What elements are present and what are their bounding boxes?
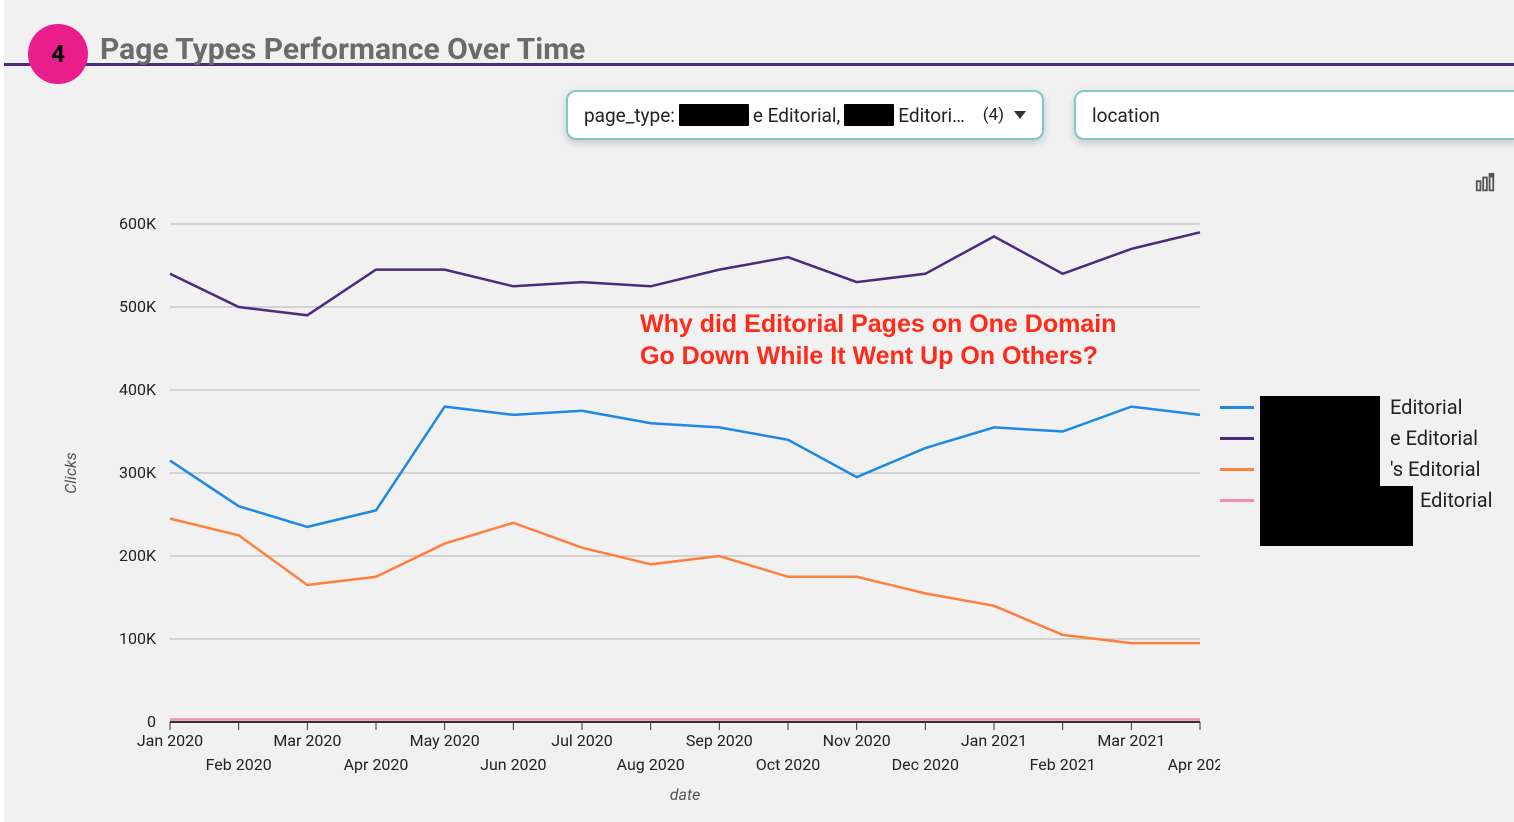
page-root: 4 Page Types Performance Over Time page_…: [0, 0, 1514, 822]
line-chart: 0100K200K300K400K500K600KJan 2020Feb 202…: [40, 206, 1220, 802]
filter-page-type-label: page_type:: [584, 104, 675, 127]
svg-text:Dec 2020: Dec 2020: [892, 755, 959, 774]
svg-text:Jan 2020: Jan 2020: [137, 731, 203, 750]
svg-text:Jul 2020: Jul 2020: [551, 731, 612, 750]
section-header: 4 Page Types Performance Over Time: [4, 14, 1514, 66]
legend-label: Editorial: [1390, 395, 1462, 419]
page-title: Page Types Performance Over Time: [100, 32, 585, 67]
legend-swatch: [1220, 468, 1254, 471]
svg-text:Jun 2020: Jun 2020: [480, 755, 546, 774]
legend-label: e Editorial: [1390, 426, 1478, 450]
svg-text:Aug 2020: Aug 2020: [617, 755, 685, 774]
legend-swatch: [1220, 499, 1254, 502]
legend-swatch: [1220, 406, 1254, 409]
svg-text:Feb 2021: Feb 2021: [1030, 755, 1096, 774]
chart-legend: Editorial e Editorial 's Editorial Editoria…: [1220, 392, 1514, 516]
chart-svg: 0100K200K300K400K500K600KJan 2020Feb 202…: [40, 206, 1220, 802]
svg-text:Oct 2020: Oct 2020: [756, 755, 821, 774]
legend-label: Editorial: [1420, 488, 1492, 512]
chart-settings-icon[interactable]: [1474, 172, 1496, 194]
svg-text:Feb 2020: Feb 2020: [206, 755, 272, 774]
filter-page-type[interactable]: page_type: e Editorial, Editori… (4): [566, 90, 1044, 140]
svg-text:Sep 2020: Sep 2020: [686, 731, 753, 750]
section-number-badge: 4: [28, 24, 88, 84]
filter-location-label: location: [1092, 104, 1160, 127]
filter-page-type-value: e Editorial, Editori…: [679, 104, 965, 127]
svg-text:400K: 400K: [119, 380, 157, 399]
svg-text:100K: 100K: [119, 629, 157, 648]
svg-text:Mar 2021: Mar 2021: [1097, 731, 1165, 750]
svg-text:200K: 200K: [119, 546, 157, 565]
filter-bar: page_type: e Editorial, Editori… (4) loc…: [4, 90, 1514, 150]
svg-text:Nov 2020: Nov 2020: [823, 731, 891, 750]
legend-label: 's Editorial: [1390, 457, 1480, 481]
redacted-legend-block: [1260, 486, 1413, 546]
svg-text:Apr 2021: Apr 2021: [1168, 755, 1220, 774]
legend-swatch: [1220, 437, 1254, 440]
svg-text:Clicks: Clicks: [61, 452, 80, 494]
svg-text:date: date: [670, 785, 701, 802]
redacted-text: [679, 104, 749, 126]
redacted-text: [844, 104, 894, 126]
svg-text:Mar 2020: Mar 2020: [273, 731, 341, 750]
chevron-down-icon: [1014, 111, 1026, 119]
svg-text:May 2020: May 2020: [410, 731, 480, 750]
filter-page-type-count: (4): [983, 105, 1004, 125]
svg-text:Jan 2021: Jan 2021: [961, 731, 1027, 750]
svg-text:500K: 500K: [119, 297, 157, 316]
chart-annotation: Why did Editorial Pages on One Domain Go…: [640, 308, 1120, 372]
svg-text:Apr 2020: Apr 2020: [344, 755, 409, 774]
svg-text:300K: 300K: [119, 463, 157, 482]
filter-location[interactable]: location: [1074, 90, 1514, 140]
svg-text:0: 0: [147, 712, 156, 731]
svg-text:600K: 600K: [119, 214, 157, 233]
